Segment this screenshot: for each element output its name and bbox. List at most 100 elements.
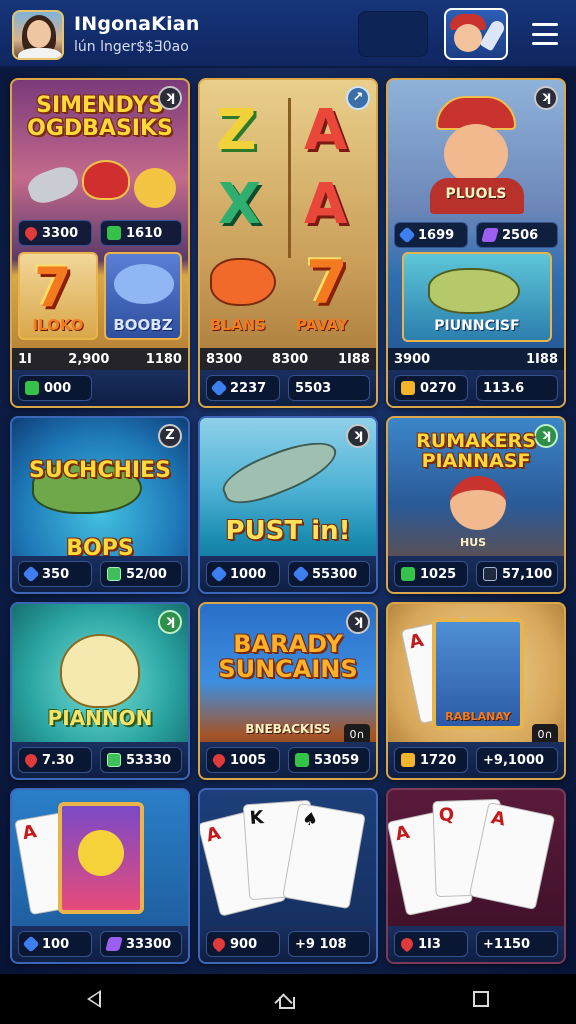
game-card[interactable]: A RABLANAY 0∩ 1720 +9,1000 [386,602,566,780]
heart-icon [210,935,228,953]
game-card[interactable]: ʞ PLUOLS 1699 2506 PIUNNCISF 3900 1I88 0… [386,78,566,408]
crystal-icon [481,228,499,242]
avatar-shoulders [18,48,62,58]
info-badge[interactable]: ʞ [158,610,182,634]
game-card[interactable]: ʞ BARADY SUNCAINS BNEBACKISS 0∩ 1005 530… [198,602,378,780]
game-card[interactable]: Z SUCHCHIES BOPS 350 52/00 [10,416,190,594]
stat-left-value: 900 [230,936,258,952]
stat-right-value: +9,1000 [483,752,545,768]
game-card[interactable]: A K ♠ 900 +9 108 [198,788,378,964]
stat-right: 113.6 [476,375,558,401]
game-tile[interactable]: PIUNNCISF [402,252,552,342]
stat-right-value: 5503 [295,380,332,396]
game-tile[interactable]: 7 ILOKO [18,252,98,340]
avatar-face [27,20,51,48]
hamburger-menu-icon[interactable] [528,18,562,50]
stat-right-value: 57,100 [502,566,553,582]
header-blank-button[interactable] [358,11,428,57]
game-art: A Q A [388,790,564,926]
stat-right-value: 113.6 [483,380,525,396]
home-icon[interactable] [274,989,298,1012]
x-icon [401,567,415,581]
stat-right: 33300 [100,931,182,957]
menu-line [532,32,558,36]
stat-right-value: 52/00 [126,566,167,582]
stat-left-value: 0270 [420,380,457,396]
game-card[interactable]: ʞ RUMAKERS PIANNASF HUS 1025 57,100 [386,416,566,594]
inner-stat-left: 3300 [18,220,92,246]
stat-right: 53330 [100,747,182,773]
leaf-icon [107,226,121,240]
strip-left: 3900 [394,351,431,367]
game-card[interactable]: A Q A 1I3 +1150 [386,788,566,964]
stat-left: 900 [206,931,280,957]
stat-left-value: 1005 [230,752,267,768]
stat-left: 7.30 [18,747,92,773]
game-card[interactable]: SIMENDYS OGDBASIKS ʞ 3300 1610 7 ILOKO B… [10,78,190,408]
strip-right: 1I88 [338,351,370,367]
stat-right: 53059 [288,747,370,773]
game-card[interactable]: A 100 33300 [10,788,190,964]
reel-letter: X [218,172,262,237]
stat-left: 1I3 [394,931,468,957]
stat-row: 1I3 +1150 [388,926,564,962]
game-caption: HUS [460,536,487,549]
info-badge[interactable]: ʞ [346,610,370,634]
crystal-icon [105,937,123,951]
info-badge[interactable]: ʞ [158,86,182,110]
stat-row: 1005 53059 [200,742,376,778]
inner-right-value: 2506 [502,227,539,243]
game-card[interactable]: ʞ PIANNON 7.30 53330 [10,602,190,780]
mascot-icon[interactable] [444,8,508,60]
game-card[interactable]: ʞ PUST in! 1000 55300 [198,416,378,594]
gem-icon [398,226,416,244]
gem-icon [210,379,228,397]
fish-icon [210,258,276,306]
stat-right-value: 55300 [312,566,358,582]
game-title: BARADY SUNCAINS [218,630,358,684]
info-badge[interactable]: ʞ [534,86,558,110]
stat-row: 1000 55300 [200,556,376,592]
stat-row: 1025 57,100 [388,556,564,592]
inner-stat-right: 1610 [100,220,182,246]
jackpot-strip: 3900 1I88 [388,348,564,370]
game-art: Z SUCHCHIES BOPS [12,418,188,561]
inner-stats: 3300 1610 [18,220,182,246]
stat-row: 000 [12,370,188,406]
game-art: A RABLANAY 0∩ [388,604,564,746]
game-tile[interactable]: BOOBZ [104,252,182,340]
stat-right-value: +9 108 [295,936,347,952]
stat-row: 900 +9 108 [200,926,376,962]
stat-left: 1000 [206,561,280,587]
stat-left: 350 [18,561,92,587]
stat-row: 100 33300 [12,926,188,962]
strip-mid: 8300 [272,351,309,367]
stat-left-value: 1025 [420,566,457,582]
game-art: ʞ PLUOLS 1699 2506 PIUNNCISF [388,80,564,346]
inner-left-value: 1699 [418,227,455,243]
avatar[interactable] [12,10,64,60]
stat-left: 000 [18,375,92,401]
info-badge[interactable]: ↗ [346,86,370,110]
game-title: PLUOLS [445,186,507,202]
teapot-icon [82,160,130,200]
stat-right: 57,100 [476,561,558,587]
game-card[interactable]: ↗ Z A X A 7 BLANS PAVAY 8300 8300 1I88 2… [198,78,378,408]
stat-row: 350 52/00 [12,556,188,592]
stat-left-value: 7.30 [42,752,75,768]
shield-icon [401,381,415,395]
stat-left-value: 1000 [230,566,267,582]
user-name: INgonaKian [74,13,200,35]
info-badge[interactable]: ʞ [346,424,370,448]
gem-icon [22,565,40,583]
stat-right: 55300 [288,561,370,587]
stat-left: 0270 [394,375,468,401]
duck-icon [78,830,124,876]
reel-divider [288,98,291,258]
back-icon[interactable] [87,990,102,1008]
tile-label: PAVAY [296,316,348,334]
seven-icon: 7 [34,256,72,319]
recent-apps-icon[interactable] [472,991,489,1007]
stat-row: 1720 +9,1000 [388,742,564,778]
inner-left-value: 3300 [42,225,79,241]
